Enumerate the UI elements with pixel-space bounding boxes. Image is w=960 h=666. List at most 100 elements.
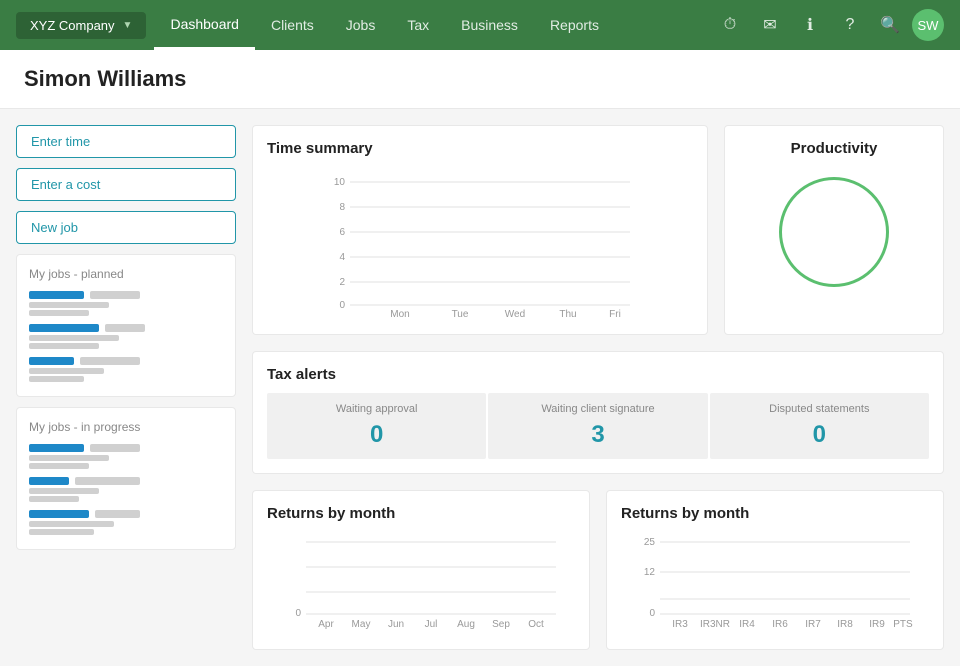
chevron-down-icon: ▼ bbox=[123, 20, 133, 31]
job-progress-bar bbox=[29, 510, 89, 518]
svg-text:Aug: Aug bbox=[457, 619, 475, 630]
job-progress-bar bbox=[29, 324, 99, 332]
svg-text:0: 0 bbox=[649, 608, 655, 619]
svg-text:4: 4 bbox=[339, 252, 345, 263]
svg-text:Mon: Mon bbox=[390, 309, 409, 317]
productivity-title: Productivity bbox=[791, 140, 878, 157]
returns-left-card: Returns by month Apr May Jun Jul Aug Sep… bbox=[252, 490, 590, 650]
waiting-signature-label: Waiting client signature bbox=[502, 403, 693, 415]
nav-links: Dashboard Clients Jobs Tax Business Repo… bbox=[154, 0, 712, 50]
tax-alerts-title: Tax alerts bbox=[267, 366, 929, 383]
tax-alerts-card: Tax alerts Waiting approval 0 Waiting cl… bbox=[252, 351, 944, 474]
main-content: Time summary 10 8 6 4 2 0 bbox=[252, 125, 944, 650]
job-title-line bbox=[29, 455, 109, 461]
svg-text:25: 25 bbox=[644, 537, 656, 548]
nav-logo[interactable]: XYZ Company ▼ bbox=[16, 12, 146, 39]
disputed-statements-value: 0 bbox=[724, 421, 915, 449]
search-icon[interactable]: 🔍 bbox=[872, 7, 908, 43]
nav-link-reports[interactable]: Reports bbox=[534, 0, 615, 50]
tax-alert-row: Waiting approval 0 Waiting client signat… bbox=[267, 393, 929, 459]
job-title-line bbox=[29, 368, 104, 374]
svg-text:6: 6 bbox=[339, 227, 345, 238]
waiting-approval-label: Waiting approval bbox=[281, 403, 472, 415]
svg-text:IR8: IR8 bbox=[837, 619, 853, 630]
job-remaining-bar bbox=[75, 477, 140, 485]
sidebar: Enter time Enter a cost New job My jobs … bbox=[16, 125, 236, 650]
nav-link-jobs[interactable]: Jobs bbox=[330, 0, 392, 50]
top-row: Time summary 10 8 6 4 2 0 bbox=[252, 125, 944, 335]
svg-text:Oct: Oct bbox=[528, 619, 544, 630]
help-icon[interactable]: ? bbox=[832, 7, 868, 43]
job-progress-bar bbox=[29, 477, 69, 485]
svg-text:IR3NR: IR3NR bbox=[700, 619, 730, 630]
info-icon[interactable]: ℹ bbox=[792, 7, 828, 43]
job-subtitle-line bbox=[29, 463, 89, 469]
svg-text:12: 12 bbox=[644, 567, 656, 578]
nav-link-dashboard[interactable]: Dashboard bbox=[154, 0, 255, 50]
svg-text:2: 2 bbox=[339, 277, 345, 288]
list-item bbox=[29, 291, 223, 316]
job-remaining-bar bbox=[80, 357, 140, 365]
disputed-statements-label: Disputed statements bbox=[724, 403, 915, 415]
svg-text:Jun: Jun bbox=[388, 619, 404, 630]
time-summary-chart: 10 8 6 4 2 0 Mon Tue Wed Thu Fri bbox=[267, 167, 693, 317]
svg-text:IR9: IR9 bbox=[869, 619, 885, 630]
svg-text:Sep: Sep bbox=[492, 619, 510, 630]
svg-text:Fri: Fri bbox=[609, 309, 621, 317]
waiting-approval-cell: Waiting approval 0 bbox=[267, 393, 486, 459]
returns-left-title: Returns by month bbox=[267, 505, 575, 522]
mail-icon[interactable]: ✉ bbox=[752, 7, 788, 43]
job-title-line bbox=[29, 335, 119, 341]
returns-row: Returns by month Apr May Jun Jul Aug Sep… bbox=[252, 490, 944, 650]
job-subtitle-line bbox=[29, 343, 99, 349]
job-remaining-bar bbox=[95, 510, 140, 518]
page-header: Simon Williams bbox=[0, 50, 960, 109]
nav-icons: ⏱ ✉ ℹ ? 🔍 SW bbox=[712, 7, 944, 43]
svg-text:IR4: IR4 bbox=[739, 619, 755, 630]
new-job-button[interactable]: New job bbox=[16, 211, 236, 244]
svg-text:IR6: IR6 bbox=[772, 619, 788, 630]
svg-text:PTS: PTS bbox=[893, 619, 913, 630]
nav-link-clients[interactable]: Clients bbox=[255, 0, 330, 50]
enter-time-button[interactable]: Enter time bbox=[16, 125, 236, 158]
job-progress-bar bbox=[29, 357, 74, 365]
nav-logo-text: XYZ Company bbox=[30, 18, 115, 33]
job-subtitle-line bbox=[29, 529, 94, 535]
svg-text:Tue: Tue bbox=[452, 309, 469, 317]
job-subtitle-line bbox=[29, 376, 84, 382]
content-area: Enter time Enter a cost New job My jobs … bbox=[0, 109, 960, 666]
svg-text:Wed: Wed bbox=[505, 309, 525, 317]
job-subtitle-line bbox=[29, 310, 89, 316]
time-summary-card: Time summary 10 8 6 4 2 0 bbox=[252, 125, 708, 335]
list-item bbox=[29, 324, 223, 349]
returns-right-card: Returns by month 25 12 0 IR3 IR3NR IR4 I… bbox=[606, 490, 944, 650]
svg-text:Apr: Apr bbox=[318, 619, 334, 630]
navigation: XYZ Company ▼ Dashboard Clients Jobs Tax… bbox=[0, 0, 960, 50]
clock-icon[interactable]: ⏱ bbox=[712, 7, 748, 43]
svg-text:8: 8 bbox=[339, 202, 345, 213]
svg-text:10: 10 bbox=[334, 177, 346, 188]
productivity-circle bbox=[779, 177, 889, 287]
svg-text:0: 0 bbox=[339, 300, 345, 311]
job-remaining-bar bbox=[105, 324, 145, 332]
returns-left-chart: Apr May Jun Jul Aug Sep Oct 0 bbox=[267, 532, 575, 632]
returns-right-title: Returns by month bbox=[621, 505, 929, 522]
planned-jobs-section: My jobs - planned bbox=[16, 254, 236, 397]
svg-text:IR7: IR7 bbox=[805, 619, 821, 630]
enter-cost-button[interactable]: Enter a cost bbox=[16, 168, 236, 201]
nav-link-tax[interactable]: Tax bbox=[391, 0, 445, 50]
disputed-statements-cell: Disputed statements 0 bbox=[710, 393, 929, 459]
job-title-line bbox=[29, 521, 114, 527]
job-subtitle-line bbox=[29, 496, 79, 502]
svg-text:IR3: IR3 bbox=[672, 619, 688, 630]
job-title-line bbox=[29, 302, 109, 308]
waiting-signature-cell: Waiting client signature 3 bbox=[488, 393, 707, 459]
productivity-card: Productivity bbox=[724, 125, 944, 335]
avatar[interactable]: SW bbox=[912, 9, 944, 41]
svg-text:Jul: Jul bbox=[425, 619, 438, 630]
nav-link-business[interactable]: Business bbox=[445, 0, 534, 50]
list-item bbox=[29, 444, 223, 469]
job-progress-bar bbox=[29, 444, 84, 452]
waiting-signature-value: 3 bbox=[502, 421, 693, 449]
list-item bbox=[29, 510, 223, 535]
